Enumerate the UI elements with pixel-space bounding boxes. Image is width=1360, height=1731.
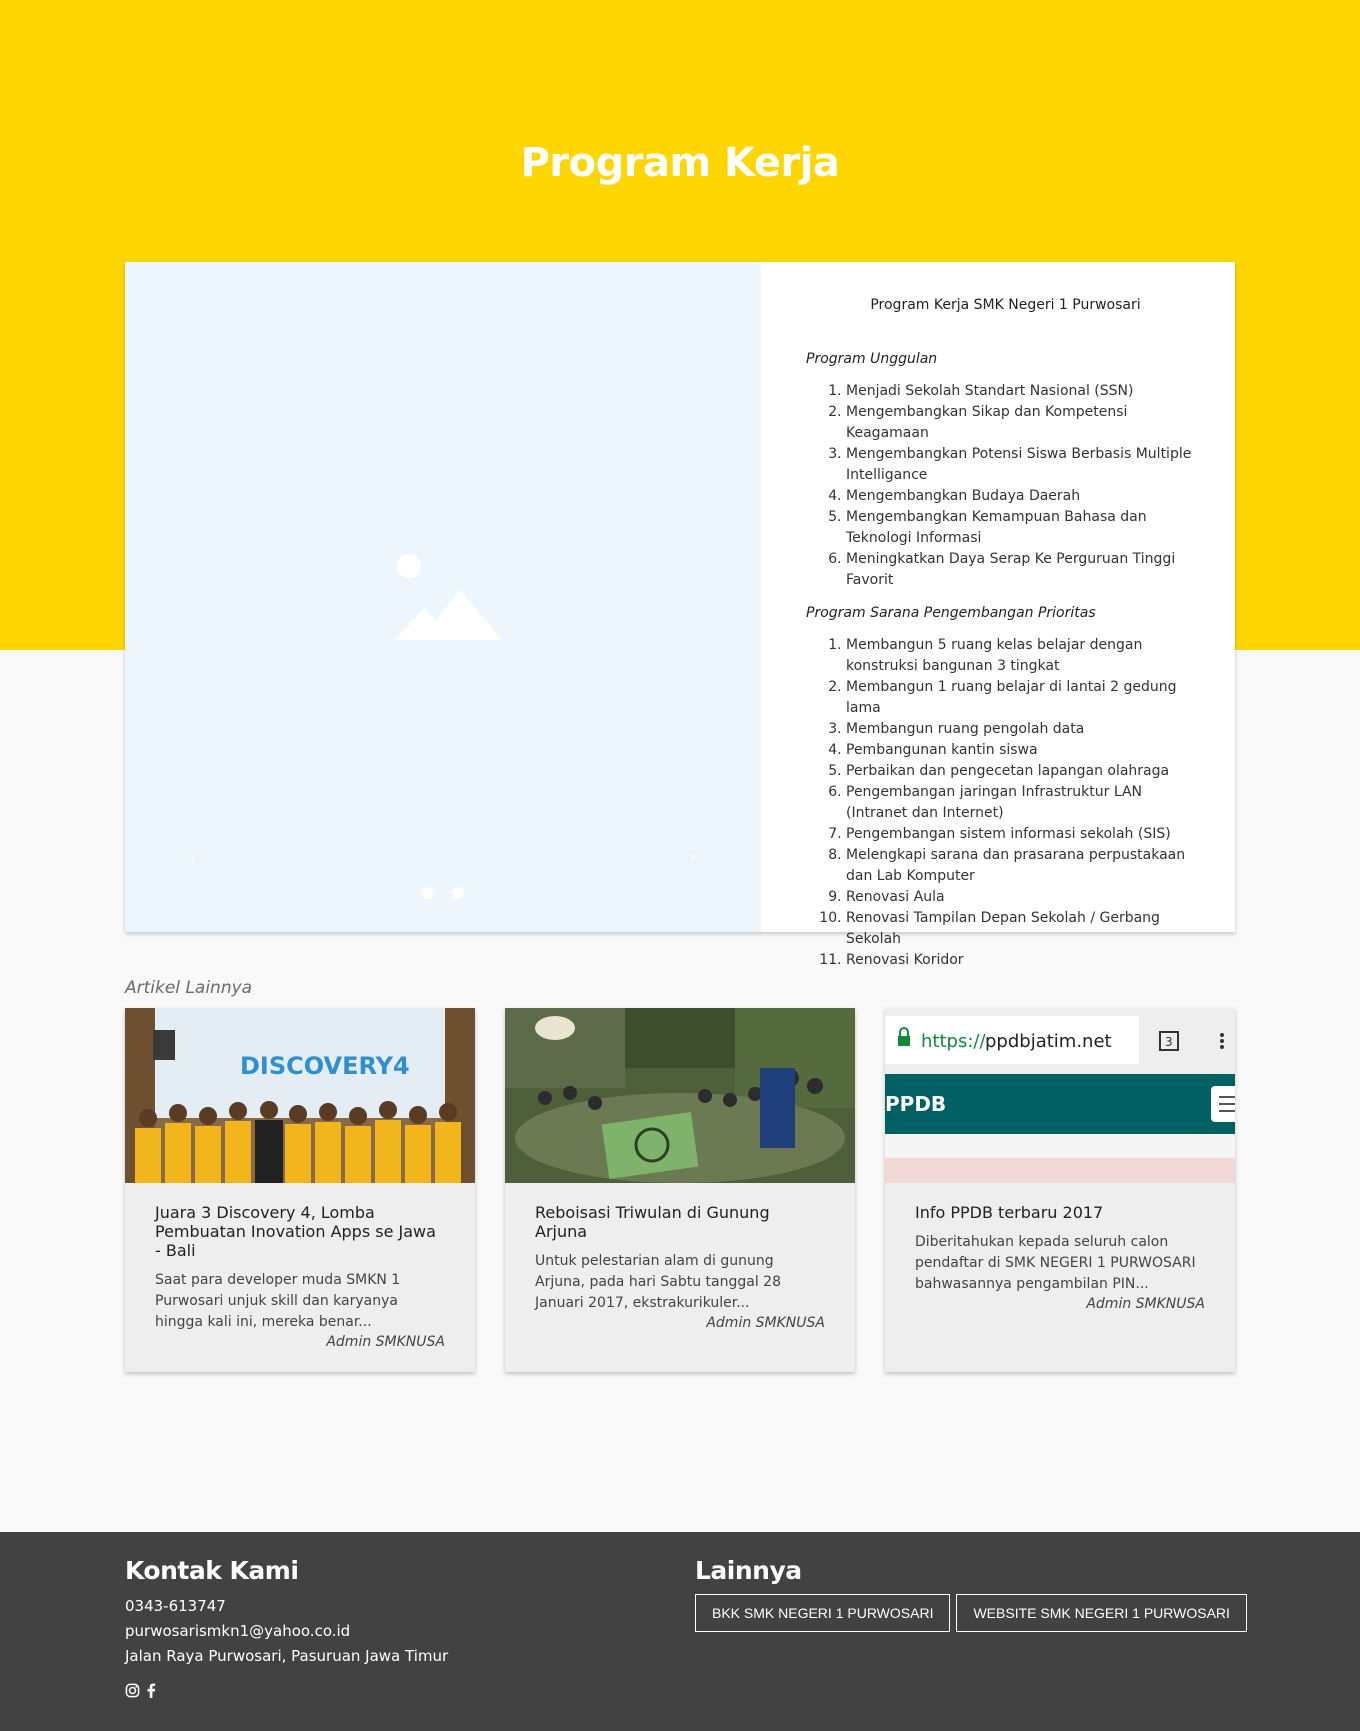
list-item: Pengembangan jaringan Infrastruktur LAN … — [846, 782, 1205, 824]
article-title[interactable]: Juara 3 Discovery 4, Lomba Pembuatan Ino… — [155, 1203, 445, 1260]
carousel-dot-2[interactable] — [452, 887, 464, 899]
article-title[interactable]: Info PPDB terbaru 2017 — [915, 1203, 1205, 1222]
list-item: Renovasi Tampilan Depan Sekolah / Gerban… — [846, 908, 1205, 950]
articles-section-label: Artikel Lainnya — [125, 978, 253, 998]
article-author: Admin SMKNUSA — [326, 1334, 445, 1350]
article-body: Reboisasi Triwulan di Gunung Arjuna Untu… — [505, 1183, 855, 1331]
article-thumbnail: DISCOVERY4 — [125, 1008, 475, 1183]
list-item: Renovasi Aula — [846, 887, 1205, 908]
list-item: Mengembangkan Budaya Daerah — [846, 486, 1205, 507]
discovery-banner-text: DISCOVERY4 — [240, 1052, 410, 1080]
ppdb-brand: PPDB — [885, 1092, 946, 1116]
others-buttons: BKK SMK NEGERI 1 PURWOSARI WEBSITE SMK N… — [695, 1594, 1247, 1632]
page-title: Program Kerja — [520, 140, 840, 186]
list-item: Menjadi Sekolah Standart Nasional (SSN) — [846, 381, 1205, 402]
section-prioritas-title: Program Sarana Pengembangan Prioritas — [806, 605, 1096, 621]
list-item: Membangun 1 ruang belajar di lantai 2 ge… — [846, 677, 1205, 719]
article-excerpt: Saat para developer muda SMKN 1 Purwosar… — [155, 1272, 401, 1330]
list-item: Mengembangkan Potensi Siswa Berbasis Mul… — [846, 444, 1205, 486]
program-content: Program Kerja SMK Negeri 1 Purwosari Pro… — [761, 262, 1235, 968]
article-author: Admin SMKNUSA — [706, 1315, 825, 1331]
image-placeholder-icon — [395, 554, 502, 640]
footer-others: Lainnya BKK SMK NEGERI 1 PURWOSARI WEBSI… — [695, 1554, 1247, 1632]
instagram-icon[interactable] — [125, 1683, 140, 1698]
list-item: Renovasi Koridor — [846, 950, 1205, 971]
facebook-icon[interactable] — [146, 1683, 156, 1698]
social-links — [125, 1683, 448, 1698]
article-card-reboisasi[interactable]: Reboisasi Triwulan di Gunung Arjuna Untu… — [505, 1008, 855, 1372]
ppdb-url-host: ppdbjatim.net — [985, 1031, 1112, 1052]
ppdb-url-scheme: https:// — [921, 1031, 986, 1052]
article-card-discovery[interactable]: DISCOVERY4 Juara 3 Discovery 4, Lomba Pe… — [125, 1008, 475, 1372]
article-excerpt: Diberitahukan kepada seluruh calon penda… — [915, 1234, 1196, 1292]
article-body: Info PPDB terbaru 2017 Diberitahukan kep… — [885, 1183, 1235, 1312]
list-item: Membangun ruang pengolah data — [846, 719, 1205, 740]
section-unggulan-title: Program Unggulan — [806, 351, 938, 367]
website-button[interactable]: WEBSITE SMK NEGERI 1 PURWOSARI — [956, 1594, 1247, 1632]
list-item: Mengembangkan Sikap dan Kompetensi Keaga… — [846, 402, 1205, 444]
contact-title: Kontak Kami — [125, 1556, 299, 1585]
contact-email: purwosarismkn1@yahoo.co.id — [125, 1622, 351, 1640]
bkk-button[interactable]: BKK SMK NEGERI 1 PURWOSARI — [695, 1594, 951, 1632]
carousel-next-button[interactable]: › — [683, 848, 703, 868]
content-heading: Program Kerja SMK Negeri 1 Purwosari — [870, 297, 1141, 313]
list-item: Perbaikan dan pengecetan lapangan olahra… — [846, 761, 1205, 782]
article-body: Juara 3 Discovery 4, Lomba Pembuatan Ino… — [125, 1183, 475, 1350]
contact-address: Jalan Raya Purwosari, Pasuruan Jawa Timu… — [125, 1647, 449, 1665]
article-title[interactable]: Reboisasi Triwulan di Gunung Arjuna — [535, 1203, 825, 1241]
ppdb-tab-count: 3 — [1165, 1035, 1173, 1049]
list-item: Mengembangkan Kemampuan Bahasa dan Tekno… — [846, 507, 1205, 549]
list-item: Pembangunan kantin siswa — [846, 740, 1205, 761]
carousel-prev-button[interactable]: ‹ — [183, 848, 203, 868]
footer: Kontak Kami 0343-613747 purwosarismkn1@y… — [0, 1532, 1360, 1731]
list-unggulan: Menjadi Sekolah Standart Nasional (SSN) … — [806, 381, 1205, 591]
carousel-dot-1[interactable] — [422, 887, 434, 899]
footer-contact: Kontak Kami 0343-613747 purwosarismkn1@y… — [125, 1554, 448, 1698]
others-title: Lainnya — [695, 1556, 802, 1585]
article-excerpt: Untuk pelestarian alam di gunung Arjuna,… — [535, 1253, 781, 1311]
article-author: Admin SMKNUSA — [1086, 1296, 1205, 1312]
article-thumbnail — [505, 1008, 855, 1183]
articles-grid: DISCOVERY4 Juara 3 Discovery 4, Lomba Pe… — [125, 1008, 1235, 1372]
list-prioritas: Membangun 5 ruang kelas belajar dengan k… — [806, 635, 1205, 971]
list-item: Melengkapi sarana dan prasarana perpusta… — [846, 845, 1205, 887]
list-item: Membangun 5 ruang kelas belajar dengan k… — [846, 635, 1205, 677]
article-card-ppdb[interactable]: https:// ppdbjatim.net 3 PPDB Info PPDB … — [885, 1008, 1235, 1372]
image-carousel[interactable]: ‹ › — [125, 262, 761, 932]
carousel-indicators — [125, 887, 761, 899]
article-thumbnail: https:// ppdbjatim.net 3 PPDB — [885, 1008, 1235, 1183]
contact-phone: 0343-613747 — [125, 1597, 226, 1615]
list-item: Meningkatkan Daya Serap Ke Perguruan Tin… — [846, 549, 1205, 591]
list-item: Pengembangan sistem informasi sekolah (S… — [846, 824, 1205, 845]
main-card: ‹ › Program Kerja SMK Negeri 1 Purwosari… — [125, 262, 1235, 968]
